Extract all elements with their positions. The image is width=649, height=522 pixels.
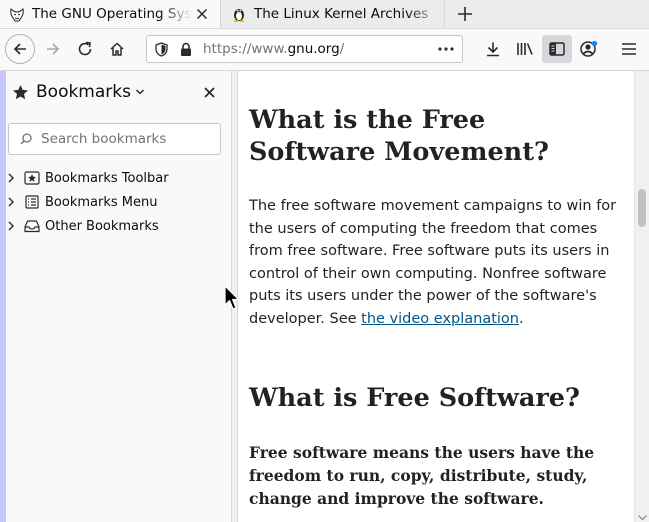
gnu-head-icon <box>8 5 26 23</box>
home-icon <box>110 42 124 56</box>
bookmarks-menu-icon <box>24 194 40 210</box>
home-button[interactable] <box>102 34 132 64</box>
new-tab-button[interactable] <box>452 2 478 26</box>
tracking-protection-shield-icon[interactable] <box>153 41 169 57</box>
tab-title: The GNU Operating System and the Free So… <box>32 6 192 22</box>
paragraph-end: . <box>519 310 524 327</box>
chevron-right-icon[interactable] <box>7 173 17 183</box>
url-scheme: https://www. <box>203 41 288 57</box>
bookmarks-toolbar-icon <box>24 170 40 186</box>
menu-icon <box>622 43 636 55</box>
sidebar-accent-strip <box>0 71 6 522</box>
paragraph-free-software: Free software means the users have the f… <box>249 443 595 508</box>
paragraph-text: The free software movement campaigns to … <box>249 198 617 327</box>
download-icon <box>487 42 499 57</box>
arrow-left-icon <box>13 43 26 55</box>
navigation-toolbar: https://www.gnu.org/ <box>0 29 649 71</box>
downloads-button[interactable] <box>478 34 508 64</box>
heading-free-software-movement: What is the Free Software Movement? <box>249 105 549 167</box>
search-icon <box>20 133 34 145</box>
sidebar-toggle-button[interactable] <box>542 35 572 63</box>
bookmarks-sidebar: Bookmarks Bookmarks Toolbar Bookmarks Me… <box>0 71 232 522</box>
library-button[interactable] <box>510 34 540 64</box>
mouse-cursor-icon <box>224 285 240 310</box>
star-icon <box>12 84 29 101</box>
tree-item-other-bookmarks[interactable]: Other Bookmarks <box>0 214 231 238</box>
close-sidebar-button[interactable] <box>198 81 220 103</box>
account-button[interactable] <box>574 34 604 64</box>
url-path: / <box>339 41 345 57</box>
url-text[interactable]: https://www.gnu.org/ <box>203 41 434 57</box>
scroll-down-arrow-icon[interactable] <box>638 515 647 520</box>
account-icon <box>580 40 598 57</box>
tab-gnu[interactable]: The GNU Operating System and the Free So… <box>0 0 221 28</box>
bookmarks-tree: Bookmarks Toolbar Bookmarks Menu Other B… <box>0 166 231 238</box>
close-icon <box>203 86 215 98</box>
back-button[interactable] <box>5 34 35 64</box>
tab-title: The Linux Kernel Archives <box>254 6 429 22</box>
reload-button[interactable] <box>70 34 100 64</box>
tree-item-label: Other Bookmarks <box>45 218 159 234</box>
close-tab-icon[interactable] <box>192 4 212 24</box>
lock-icon[interactable] <box>179 41 193 57</box>
page-content: What is the Free Software Movement? The … <box>238 71 634 522</box>
tree-item-bookmarks-toolbar[interactable]: Bookmarks Toolbar <box>0 166 231 190</box>
ellipsis-icon[interactable] <box>434 47 458 51</box>
tree-item-bookmarks-menu[interactable]: Bookmarks Menu <box>0 190 231 214</box>
forward-button[interactable] <box>38 34 68 64</box>
main-menu-button[interactable] <box>614 34 644 64</box>
chevron-down-icon <box>135 88 145 96</box>
tab-strip: The GNU Operating System and the Free So… <box>0 0 649 29</box>
tree-item-label: Bookmarks Menu <box>45 194 158 210</box>
tux-penguin-icon <box>230 5 248 23</box>
tab-linux-kernel[interactable]: The Linux Kernel Archives <box>222 0 445 28</box>
url-host: gnu.org <box>287 41 340 57</box>
sidebar-icon <box>549 42 565 56</box>
paragraph-movement: The free software movement campaigns to … <box>249 195 621 330</box>
sidebar-title: Bookmarks <box>36 82 131 102</box>
url-bar[interactable]: https://www.gnu.org/ <box>146 35 463 63</box>
library-icon <box>517 43 533 55</box>
heading-free-software: What is Free Software? <box>249 383 580 413</box>
plus-icon <box>458 7 472 21</box>
search-bookmarks-field[interactable] <box>8 123 221 155</box>
page-scrollbar[interactable] <box>634 71 649 522</box>
reload-icon <box>78 41 92 56</box>
search-bookmarks-input[interactable] <box>39 130 220 148</box>
chevron-right-icon[interactable] <box>7 221 17 231</box>
video-explanation-link[interactable]: the video explanation <box>361 311 519 327</box>
scrollbar-thumb[interactable] <box>638 189 646 227</box>
tree-item-label: Bookmarks Toolbar <box>45 170 169 186</box>
arrow-right-icon <box>47 43 60 55</box>
other-bookmarks-icon <box>24 218 40 234</box>
sidebar-switcher[interactable]: Bookmarks <box>12 81 145 103</box>
chevron-right-icon[interactable] <box>7 197 17 207</box>
